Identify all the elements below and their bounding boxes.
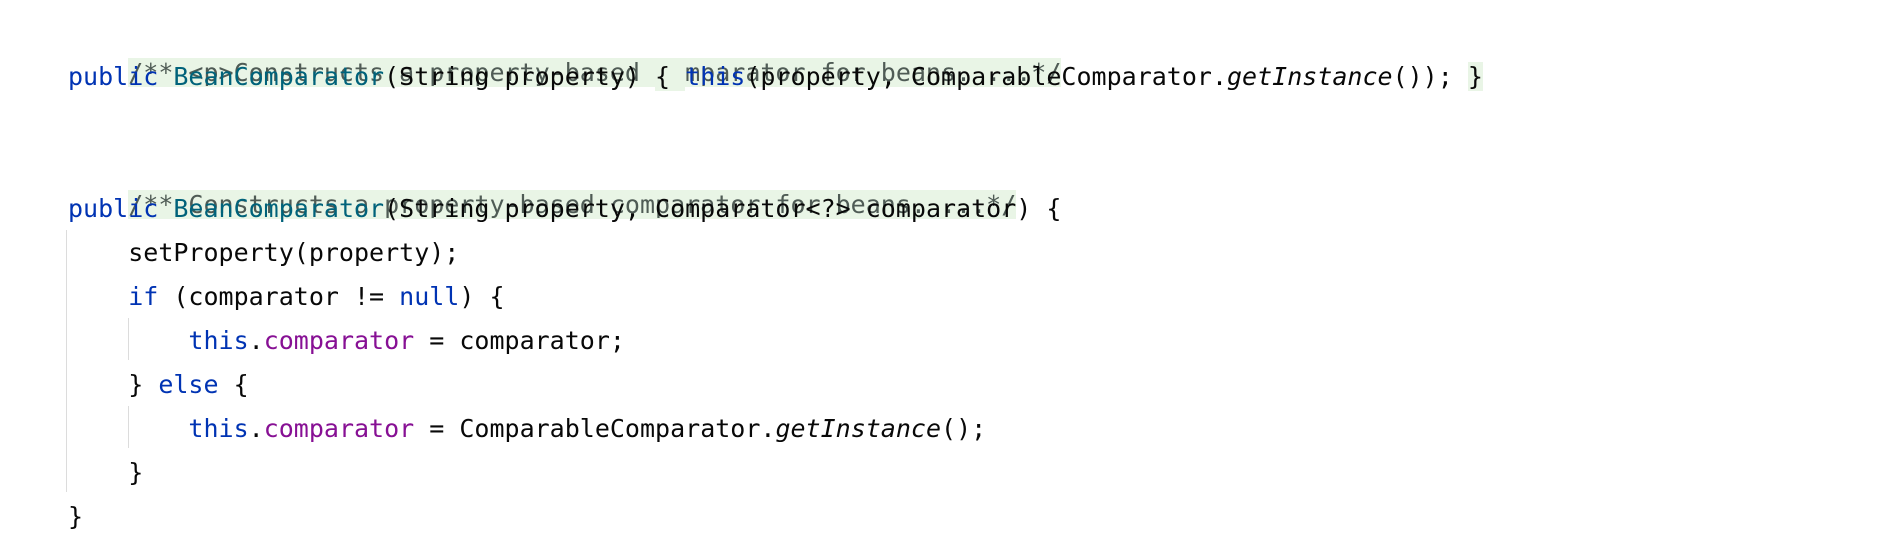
keyword-this: this — [188, 326, 249, 355]
call-arguments: (property, ComparableComparator. — [745, 62, 1227, 91]
code-line-6: setProperty(property); — [68, 233, 459, 273]
dot: . — [248, 414, 264, 443]
field-comparator[interactable]: comparator — [264, 326, 415, 355]
method-get-instance[interactable]: getInstance — [1227, 62, 1393, 91]
code-line-2: public BeanComparator(String property) {… — [68, 57, 1483, 97]
code-line-12: } — [68, 497, 83, 537]
code-line-5: public BeanComparator(String property, C… — [68, 189, 1061, 229]
keyword-null: null — [399, 282, 460, 311]
code-line-11: } — [68, 453, 143, 493]
close-brace: } — [128, 458, 144, 487]
if-condition: (comparator != — [158, 282, 400, 311]
folded-brace-close[interactable]: } — [1467, 62, 1483, 91]
keyword-if: if — [128, 282, 159, 311]
call-tail: (); — [941, 414, 987, 443]
assignment: = ComparableComparator. — [414, 414, 776, 443]
dot: . — [248, 326, 264, 355]
constructor-name[interactable]: BeanComparator — [173, 62, 384, 91]
code-line-8: this.comparator = comparator; — [68, 321, 625, 361]
else-open-brace: { — [218, 370, 249, 399]
keyword-this: this — [685, 62, 746, 91]
folded-brace-open[interactable]: { — [655, 62, 686, 91]
field-comparator[interactable]: comparator — [264, 414, 415, 443]
if-open-brace: ) { — [459, 282, 505, 311]
constructor-name[interactable]: BeanComparator — [173, 194, 384, 223]
code-editor[interactable]: /** <p>Constructs a property-based compa… — [0, 0, 1880, 540]
parameter-list: (String property, Comparator<?> comparat… — [384, 194, 1062, 223]
code-line-1: /** <p>Constructs a property-based compa… — [68, 13, 1062, 87]
method-get-instance[interactable]: getInstance — [775, 414, 941, 443]
keyword-public: public — [68, 194, 159, 223]
call-tail: ()); — [1392, 62, 1453, 91]
close-brace: } — [68, 502, 84, 531]
code-line-7: if (comparator != null) { — [68, 277, 505, 317]
parameter-list: (String property) — [384, 62, 640, 91]
keyword-public: public — [68, 62, 159, 91]
indent-guide-method-body — [66, 230, 67, 492]
code-line-10: this.comparator = ComparableComparator.g… — [68, 409, 986, 449]
close-brace: } — [128, 370, 159, 399]
code-line-9: } else { — [68, 365, 249, 405]
statement-set-property: setProperty(property); — [128, 238, 460, 267]
keyword-else: else — [158, 370, 219, 399]
code-line-4: /** Constructs a property-based comparat… — [68, 145, 1017, 219]
keyword-this: this — [188, 414, 249, 443]
assignment: = comparator; — [414, 326, 625, 355]
